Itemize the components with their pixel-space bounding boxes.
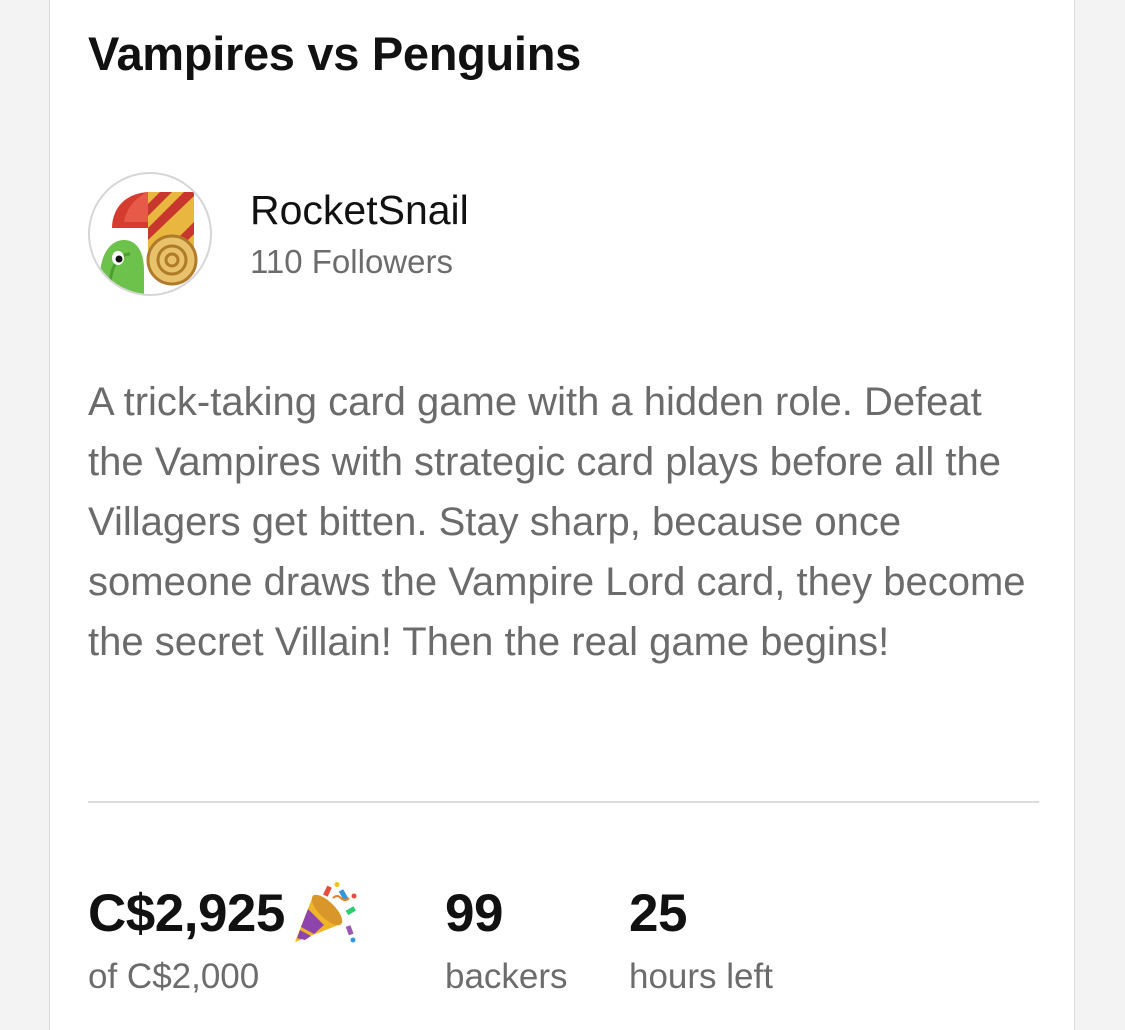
pledged-amount-text: C$2,925 — [88, 884, 285, 943]
backers-label: backers — [445, 957, 568, 996]
pledged-stat: C$2,925 of C$2,000 — [88, 882, 359, 998]
divider — [88, 801, 1039, 803]
rocket-snail-avatar-icon — [100, 192, 198, 294]
backers-stat: 99 backers — [445, 882, 568, 998]
pledged-amount: C$2,925 — [88, 882, 359, 946]
time-left-stat: 25 hours left — [629, 882, 773, 998]
project-description: A trick-taking card game with a hidden r… — [88, 380, 1026, 664]
creator-block[interactable]: RocketSnail 110 Followers — [88, 170, 469, 298]
creator-followers: 110 Followers — [250, 243, 453, 280]
time-left-label: hours left — [629, 957, 773, 996]
creator-name-link[interactable]: RocketSnail — [250, 186, 469, 234]
project-title[interactable]: Vampires vs Penguins — [88, 26, 581, 81]
creator-info: RocketSnail 110 Followers — [250, 186, 469, 282]
creator-avatar[interactable] — [88, 172, 212, 296]
party-popper-icon — [291, 882, 359, 946]
backers-count: 99 — [445, 884, 503, 943]
time-left-count: 25 — [629, 884, 687, 943]
pledged-goal: of C$2,000 — [88, 957, 260, 996]
project-card: Vampires vs Penguins RocketSnail 110 Fol… — [49, 0, 1075, 1030]
